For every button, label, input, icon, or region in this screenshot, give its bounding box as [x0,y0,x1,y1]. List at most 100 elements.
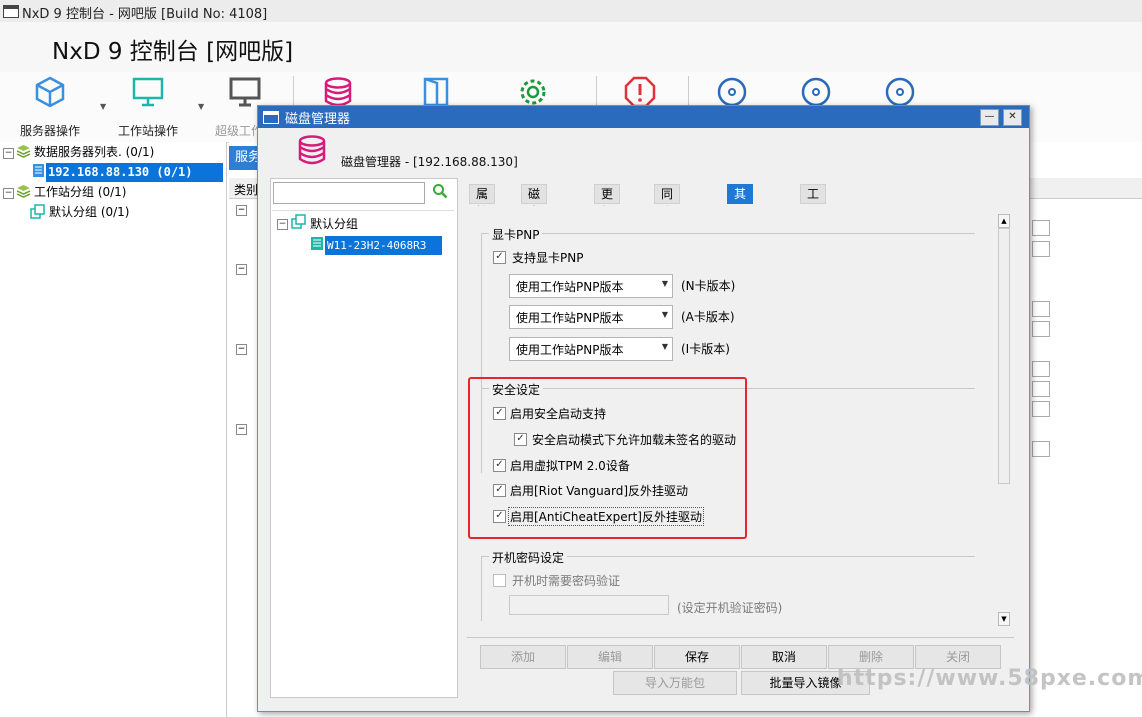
save-button[interactable]: 保存 [654,645,740,669]
disk-manager-dialog: 磁盘管理器 — ✕ 磁盘管理器 - [192.168.88.130] − 默认分… [257,105,1030,712]
disc-icon [717,77,747,107]
machine-tree: − 默认分组 W11-23H2-4068R3 [272,210,454,695]
support-pnp-checkbox[interactable]: ✓ [493,251,506,264]
scroll-down-button[interactable]: ▼ [998,612,1010,626]
dialog-title: 磁盘管理器 [285,112,351,127]
app-title: NxD 9 控制台 [网吧版] [52,39,294,65]
disc-icon [801,77,831,107]
close-button[interactable]: ✕ [1003,109,1022,126]
dialog-title-bar[interactable]: 磁盘管理器 — ✕ [258,106,1029,128]
chevron-down-icon: ▼ [661,342,668,351]
highlight-annotation [468,377,747,539]
group-icon [30,204,45,219]
minimize-button[interactable]: — [980,109,999,126]
server-ops-button[interactable]: 服务器操作 ▼ [5,72,106,140]
workstation-ops-button[interactable]: 工作站操作 ▼ [103,72,204,140]
button-area-divider [467,637,1014,638]
add-button[interactable]: 添加 [480,645,566,669]
list-cell [1032,381,1050,397]
require-password-label: 开机时需要密码验证 [512,574,621,588]
window-title: NxD 9 控制台 - 网吧版 [Build No: 4108] [22,7,268,22]
tree-server-ip[interactable]: 192.168.88.130 (0/1) [46,163,223,182]
support-pnp-label: 支持显卡PNP [512,251,584,265]
require-password-checkbox[interactable] [493,574,506,587]
tree-collapse-toggle[interactable]: − [3,188,14,199]
tree-default-group[interactable]: 默认分组 (0/1) [49,203,130,222]
pnp-legend: 显卡PNP [489,226,543,243]
list-cell [1032,220,1050,236]
server-ops-label: 服务器操作 [19,124,80,138]
server-icon [33,164,44,177]
settings-scrollbar[interactable]: ▲ ▼ [998,214,1010,626]
window-icon [263,111,279,124]
cancel-button[interactable]: 取消 [741,645,827,669]
pnp-amd-note: (A卡版本) [681,310,735,324]
tree-collapse-toggle[interactable]: − [277,219,288,230]
workstation-stack-icon [16,185,31,198]
tab-update-point[interactable]: 更新点 [594,184,621,237]
disc-icon [885,77,915,107]
search-icon[interactable] [432,183,448,199]
server-cube-icon [35,76,65,108]
server-tree: − 数据服务器列表. (0/1) 192.168.88.130 (0/1) − … [0,142,227,717]
select-value: 使用工作站PNP版本 [516,343,624,357]
pnp-nvidia-note: (N卡版本) [681,279,736,293]
list-cell [1032,241,1050,257]
tab-other-settings[interactable]: 其他设定 [727,184,754,255]
tree-data-servers[interactable]: 数据服务器列表. (0/1) [34,143,154,162]
tree-collapse-toggle[interactable]: − [236,264,247,275]
pnp-amd-select[interactable]: 使用工作站PNP版本 ▼ [509,305,673,329]
search-input[interactable] [273,182,425,204]
select-value: 使用工作站PNP版本 [516,280,624,294]
database-icon [298,135,326,165]
tree-group-label[interactable]: 默认分组 [310,215,358,234]
tree-workstation-groups[interactable]: 工作站分组 (0/1) [34,183,127,202]
list-cell [1032,301,1050,317]
gear-icon [520,79,546,105]
monitor-dark-icon [229,77,261,107]
boot-password-input[interactable] [509,595,669,615]
pnp-nvidia-select[interactable]: 使用工作站PNP版本 ▼ [509,274,673,298]
tab-properties[interactable]: 属性 [469,184,496,219]
edit-button[interactable]: 编辑 [567,645,653,669]
pnp-intel-note: (I卡版本) [681,342,730,356]
app-header: NxD 9 控制台 [网吧版] [0,22,1142,72]
dialog-header-title: 磁盘管理器 - [192.168.88.130] [341,155,518,169]
tab-disk-partition[interactable]: 磁盘分区 [521,184,548,255]
tree-collapse-toggle[interactable]: − [236,205,247,216]
watermark: https://www.58pxe.com [837,666,1142,691]
select-value: 使用工作站PNP版本 [516,311,624,325]
list-cell [1032,321,1050,337]
tree-collapse-toggle[interactable]: − [236,344,247,355]
server-stack-icon [16,145,31,158]
database-icon [324,77,352,107]
group-icon [291,214,306,229]
boot-password-note: (设定开机验证密码) [677,601,783,615]
workstation-ops-label: 工作站操作 [117,124,178,138]
door-icon [423,77,449,107]
other-settings-panel: 显卡PNP ✓ 支持显卡PNP 使用工作站PNP版本 ▼ (N卡版本) 使用工作… [467,206,1009,626]
chevron-down-icon: ▼ [661,279,668,288]
tab-tools[interactable]: 工具 [800,184,827,219]
main-title-bar: NxD 9 控制台 - 网吧版 [Build No: 4108] [0,0,1142,23]
tab-sync-settings[interactable]: 同步设定 [654,184,681,255]
chevron-down-icon: ▼ [661,310,668,319]
import-wanneng-button[interactable]: 导入万能包 [613,671,737,695]
pnp-intel-select[interactable]: 使用工作站PNP版本 ▼ [509,337,673,361]
list-cell [1032,401,1050,417]
list-cell [1032,441,1050,457]
scroll-up-button[interactable]: ▲ [998,214,1010,228]
alert-icon [624,76,656,108]
list-cell [1032,361,1050,377]
column-header-category[interactable]: 类别 [234,181,258,198]
machine-icon [311,237,323,250]
scroll-thumb[interactable] [998,228,1010,484]
fieldset-border [481,233,975,234]
window-icon [3,5,19,18]
tree-collapse-toggle[interactable]: − [236,424,247,435]
boot-password-legend: 开机密码设定 [489,549,568,566]
monitor-icon [132,77,164,107]
fieldset-border [481,556,482,621]
tree-machine-label[interactable]: W11-23H2-4068R3 [325,236,442,255]
tree-collapse-toggle[interactable]: − [3,148,14,159]
